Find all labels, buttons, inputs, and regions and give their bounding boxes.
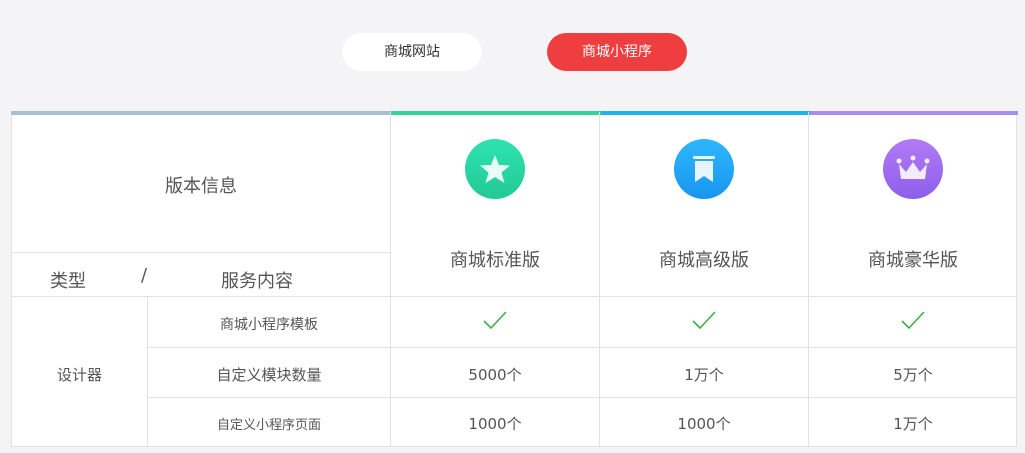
divider xyxy=(147,347,1016,348)
value-luxury-pages: 1万个 xyxy=(893,415,933,433)
version-comparison-table: 版本信息 类型 / 服务内容 商城标准版 商城高级版 商城豪华版 设计器 商城小… xyxy=(11,111,1018,447)
divider xyxy=(808,112,809,446)
check-icon xyxy=(600,310,808,336)
header-bar-advanced xyxy=(601,111,810,115)
divider xyxy=(599,112,600,446)
bookmark-icon xyxy=(674,139,734,199)
slash-separator: / xyxy=(140,265,148,286)
crown-icon xyxy=(883,139,943,199)
header-bar-info xyxy=(11,111,391,115)
divider xyxy=(12,252,390,253)
star-icon xyxy=(465,139,525,199)
header-bar-standard xyxy=(391,111,601,115)
value-standard-pages: 1000个 xyxy=(468,415,522,433)
plan-name-standard: 商城标准版 xyxy=(450,250,540,271)
plan-name-advanced: 商城高级版 xyxy=(659,250,749,271)
divider xyxy=(147,397,1016,398)
divider xyxy=(390,112,391,446)
version-info-label: 版本信息 xyxy=(165,176,237,197)
tab-shop-website[interactable]: 商城网站 xyxy=(342,33,482,71)
value-standard-modules: 5000个 xyxy=(468,366,522,384)
type-label: 类型 xyxy=(50,271,86,292)
value-luxury-modules: 5万个 xyxy=(893,366,933,384)
row-label-module-count: 自定义模块数量 xyxy=(216,366,322,384)
value-advanced-pages: 1000个 xyxy=(677,415,731,433)
check-icon xyxy=(809,310,1017,336)
header-bar-luxury xyxy=(810,111,1018,115)
plan-name-luxury: 商城豪华版 xyxy=(868,250,958,271)
category-designer: 设计器 xyxy=(56,366,102,384)
row-label-page-count: 自定义小程序页面 xyxy=(216,418,321,433)
divider xyxy=(12,296,1016,297)
value-advanced-modules: 1万个 xyxy=(684,366,724,384)
row-label-template: 商城小程序模板 xyxy=(220,317,318,333)
check-icon xyxy=(391,310,599,336)
tab-shop-mini-program[interactable]: 商城小程序 xyxy=(547,33,687,71)
version-tabs: 商城网站 商城小程序 xyxy=(0,33,1025,71)
service-content-label: 服务内容 xyxy=(221,271,293,292)
